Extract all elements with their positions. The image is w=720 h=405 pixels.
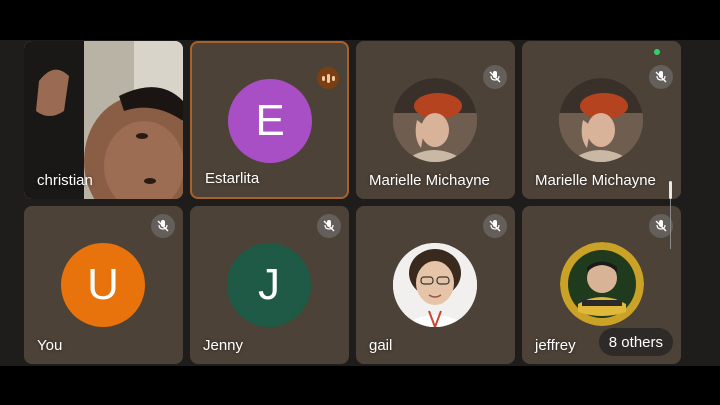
participant-tile-marielle-2[interactable]: Marielle Michayne <box>522 41 681 199</box>
participant-name: christian <box>37 172 93 189</box>
speaking-indicator-icon <box>317 67 339 89</box>
avatar <box>559 78 643 162</box>
status-dot-icon <box>654 49 660 55</box>
avatar-initial: J <box>258 260 280 309</box>
participant-name: Jenny <box>203 337 244 354</box>
participant-tile-christian[interactable]: christian <box>24 41 183 199</box>
participant-name: Marielle Michayne <box>369 172 490 189</box>
mic-off-icon <box>317 214 341 238</box>
avatar <box>560 242 644 326</box>
scrollbar-track[interactable] <box>670 199 671 249</box>
participant-tile-marielle[interactable]: Marielle Michayne <box>356 41 515 199</box>
mic-off-icon <box>649 65 673 89</box>
scrollbar-thumb[interactable] <box>669 181 672 199</box>
participant-tile-you[interactable]: U You <box>24 206 183 364</box>
meeting-grid: christian E Estarlita Marielle Michayne <box>0 40 720 366</box>
avatar: U <box>61 243 145 327</box>
participant-name: gail <box>369 337 393 354</box>
others-button[interactable]: 8 others <box>598 328 673 356</box>
avatar <box>393 78 477 162</box>
avatar-initial: E <box>255 96 285 145</box>
participant-tile-estarlita[interactable]: E Estarlita <box>190 41 349 199</box>
participant-name: You <box>37 337 63 354</box>
mic-off-icon <box>483 65 507 89</box>
mic-off-icon <box>151 214 175 238</box>
others-label: 8 others <box>608 333 663 351</box>
participant-tile-jeffrey[interactable]: jeffrey 8 others <box>522 206 681 364</box>
participant-tile-jenny[interactable]: J Jenny <box>190 206 349 364</box>
avatar-initial: U <box>87 260 119 309</box>
participant-name: jeffrey <box>535 337 576 354</box>
avatar: J <box>227 243 311 327</box>
avatar: E <box>228 79 312 163</box>
mic-off-icon <box>483 214 507 238</box>
avatar <box>393 243 477 327</box>
participant-name: Marielle Michayne <box>535 172 656 189</box>
participant-tile-gail[interactable]: gail <box>356 206 515 364</box>
participant-name: Estarlita <box>205 170 260 187</box>
